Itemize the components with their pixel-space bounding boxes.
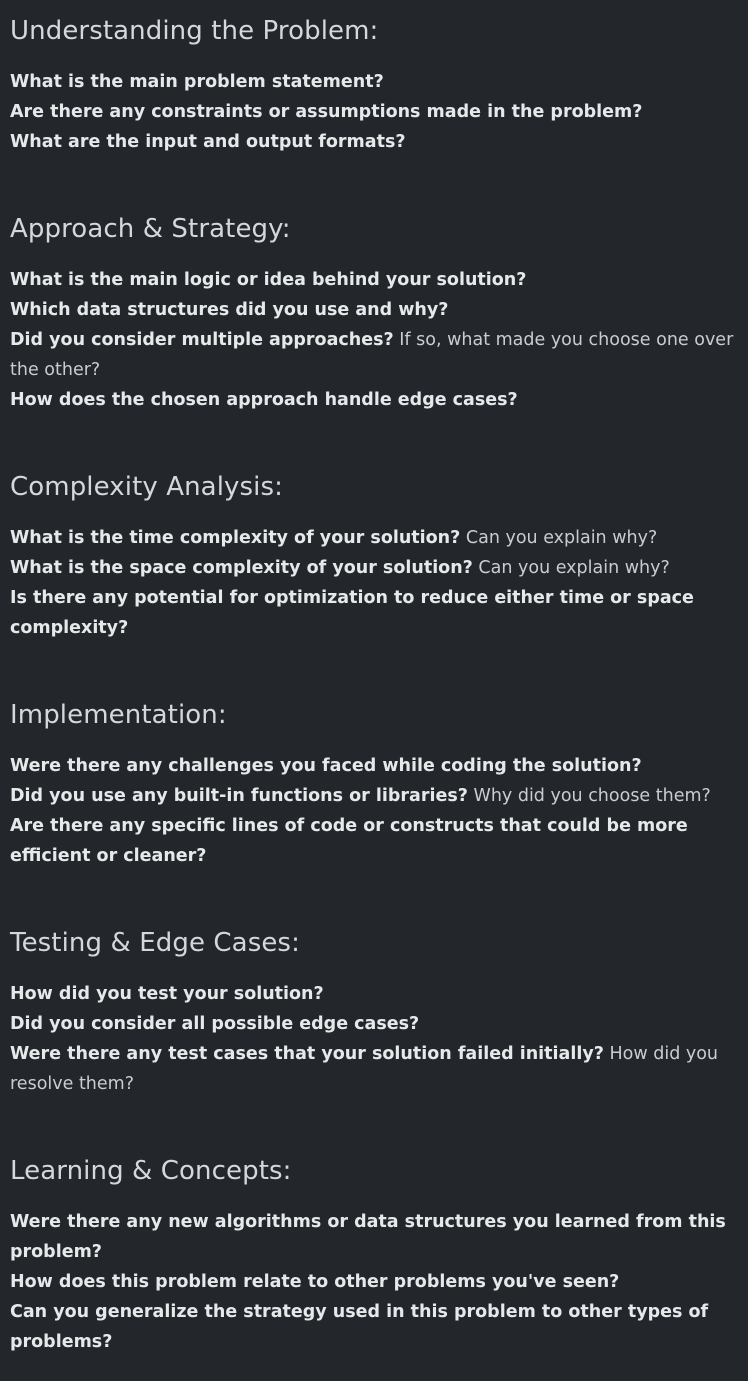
section-learning-concepts: Learning & Concepts: Were there any new … <box>10 1154 738 1357</box>
question-item: Can you generalize the strategy used in … <box>10 1297 738 1357</box>
question-item: What is the time complexity of your solu… <box>10 523 738 553</box>
question-item: How does this problem relate to other pr… <box>10 1267 738 1297</box>
question-item: Were there any new algorithms or data st… <box>10 1207 738 1267</box>
question-item: Which data structures did you use and wh… <box>10 295 738 325</box>
question-item: What is the space complexity of your sol… <box>10 553 738 583</box>
question-item: Were there any test cases that your solu… <box>10 1039 738 1099</box>
question-text: Were there any test cases that your solu… <box>10 1044 604 1064</box>
question-followup: Can you explain why? <box>478 558 670 578</box>
section-approach-strategy: Approach & Strategy: What is the main lo… <box>10 212 738 415</box>
section-heading: Understanding the Problem: <box>10 16 379 46</box>
question-item: Did you use any built-in functions or li… <box>10 781 738 811</box>
question-text: Did you consider all possible edge cases… <box>10 1014 420 1034</box>
section-complexity-analysis: Complexity Analysis: What is the time co… <box>10 470 738 643</box>
question-item: What is the main problem statement? <box>10 67 738 97</box>
question-text: Can you generalize the strategy used in … <box>10 1302 709 1352</box>
section-testing-edge-cases: Testing & Edge Cases: How did you test y… <box>10 926 738 1099</box>
question-text: What is the space complexity of your sol… <box>10 558 473 578</box>
question-item: What is the main logic or idea behind yo… <box>10 265 738 295</box>
question-item: Are there any constraints or assumptions… <box>10 97 738 127</box>
question-item: Is there any potential for optimization … <box>10 583 738 643</box>
question-list: What is the main logic or idea behind yo… <box>10 265 738 415</box>
question-text: How does the chosen approach handle edge… <box>10 390 518 410</box>
question-text: Did you use any built-in functions or li… <box>10 786 468 806</box>
question-list: What is the main problem statement? Are … <box>10 67 738 157</box>
question-followup: Can you explain why? <box>465 528 658 548</box>
question-item: Did you consider multiple approaches? If… <box>10 325 738 385</box>
question-list: What is the time complexity of your solu… <box>10 523 738 643</box>
question-list: Were there any new algorithms or data st… <box>10 1207 738 1357</box>
question-text: Were there any challenges you faced whil… <box>10 756 642 776</box>
question-text: Were there any new algorithms or data st… <box>10 1212 726 1262</box>
question-list: Were there any challenges you faced whil… <box>10 751 738 871</box>
section-implementation: Implementation: Were there any challenge… <box>10 698 738 871</box>
question-text: Are there any specific lines of code or … <box>10 816 688 866</box>
question-item: What are the input and output formats? <box>10 127 738 157</box>
section-heading: Learning & Concepts: <box>10 1156 292 1186</box>
question-item: Were there any challenges you faced whil… <box>10 751 738 781</box>
question-text: How did you test your solution? <box>10 984 324 1004</box>
section-heading: Testing & Edge Cases: <box>10 928 300 958</box>
question-text: What is the main logic or idea behind yo… <box>10 270 527 290</box>
question-text: What is the time complexity of your solu… <box>10 528 461 548</box>
question-text: Did you consider multiple approaches? <box>10 330 394 350</box>
question-text: Are there any constraints or assumptions… <box>10 102 643 122</box>
question-item: How does the chosen approach handle edge… <box>10 385 738 415</box>
question-text: Is there any potential for optimization … <box>10 588 694 638</box>
question-text: Which data structures did you use and wh… <box>10 300 449 320</box>
section-heading: Approach & Strategy: <box>10 214 291 244</box>
section-heading: Implementation: <box>10 700 227 730</box>
question-item: Did you consider all possible edge cases… <box>10 1009 738 1039</box>
question-item: Are there any specific lines of code or … <box>10 811 738 871</box>
question-text: What are the input and output formats? <box>10 132 406 152</box>
question-item: How did you test your solution? <box>10 979 738 1009</box>
question-list: How did you test your solution? Did you … <box>10 979 738 1099</box>
question-followup: Why did you choose them? <box>473 786 711 806</box>
question-text: How does this problem relate to other pr… <box>10 1272 620 1292</box>
section-heading: Complexity Analysis: <box>10 472 283 502</box>
question-text: What is the main problem statement? <box>10 72 384 92</box>
section-understanding-the-problem: Understanding the Problem: What is the m… <box>10 14 738 157</box>
